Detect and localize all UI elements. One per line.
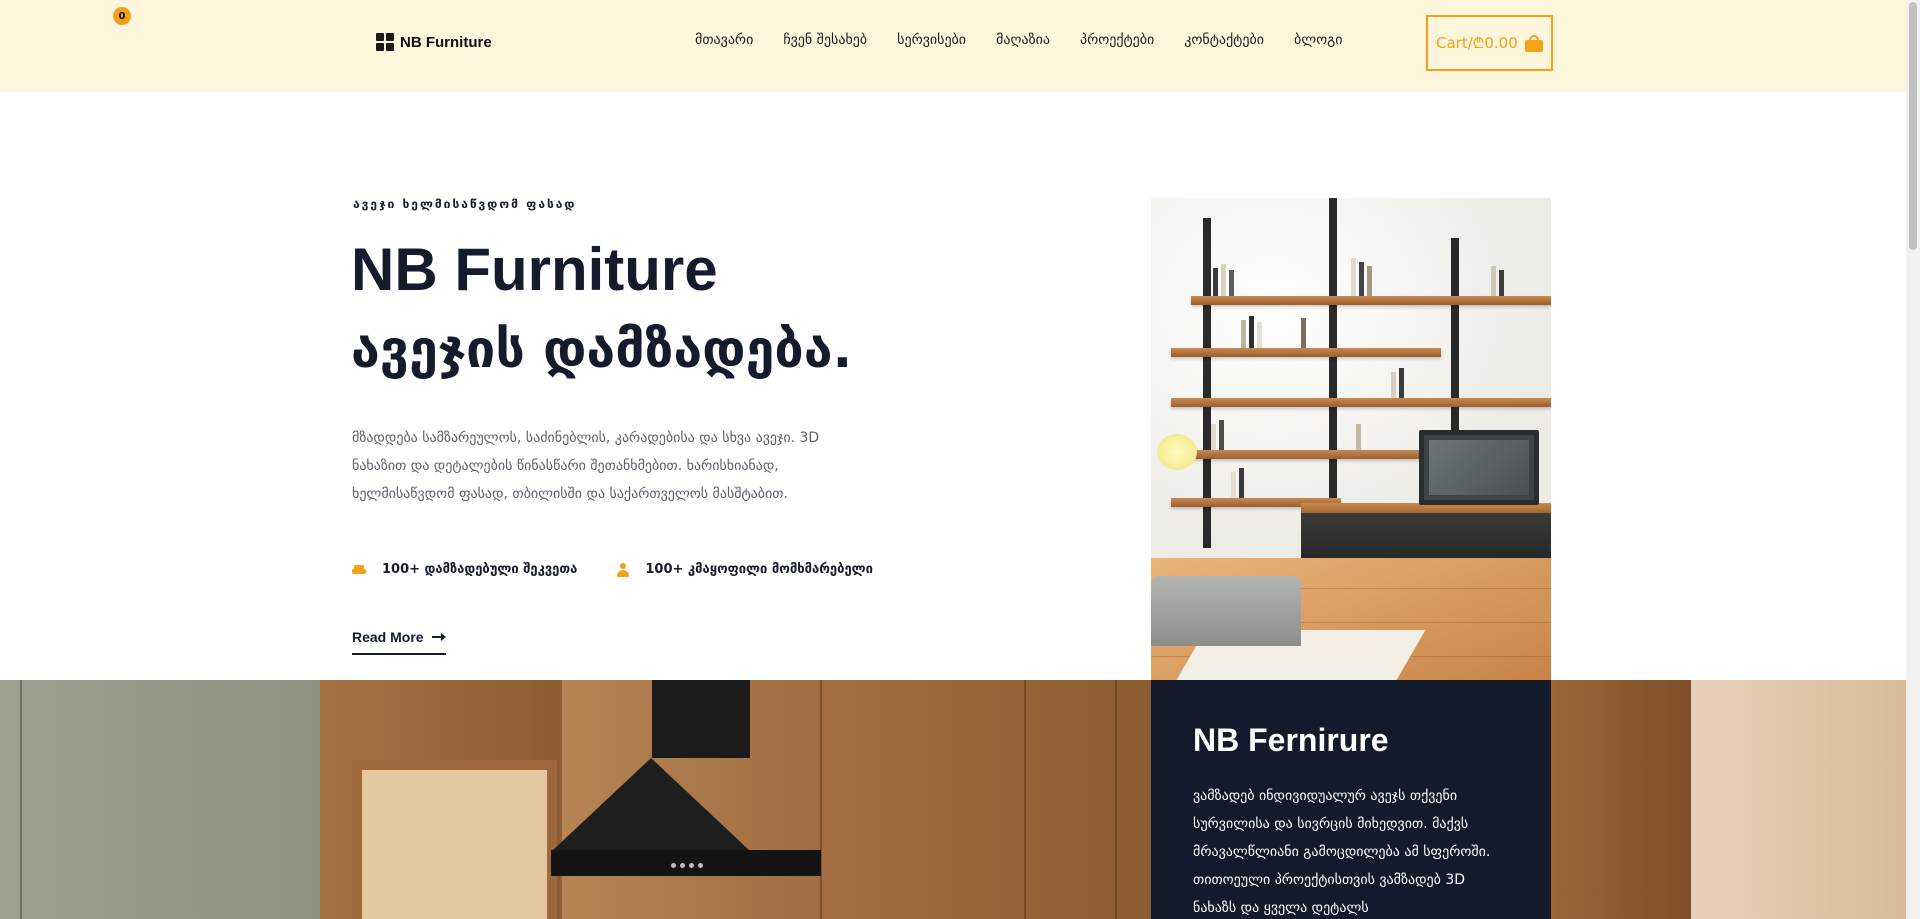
hero-stats: 100+ დამზადებული შეკვეთა 100+ კმაყოფილი … [352,562,873,577]
stat-customers-label: 100+ კმაყოფილი მომხმარებელი [645,562,873,577]
shopping-bag-icon [1524,35,1544,52]
scrollbar-thumb[interactable] [1909,2,1917,250]
user-icon [617,562,630,577]
nav-item-about[interactable]: ჩვენ შესახებ [783,32,867,48]
about-card-text: ვამზადებ ინდივიდუალურ ავეჯს თქვენი სურვი… [1193,788,1491,916]
read-more-link[interactable]: Read More [352,629,446,655]
brand-name: NB Furniture [400,33,492,51]
arrow-right-icon [431,633,446,641]
stat-orders-label: 100+ დამზადებული შეკვეთა [382,562,578,577]
brand-logo[interactable]: NB Furniture [376,33,492,51]
nav-item-shop[interactable]: მაღაზია [996,32,1050,48]
nav-item-services[interactable]: სერვისები [897,32,966,48]
cart-button[interactable]: Cart/₾0.00 [1426,15,1553,71]
site-header: NB Furniture მთავარი ჩვენ შესახებ სერვის… [0,0,1906,92]
stat-customers: 100+ კმაყოფილი მომხმარებელი [617,562,873,577]
logo-icon [376,33,394,51]
hero-title-line2: ავეჯის დამზადება. [351,320,853,380]
nav-item-home[interactable]: მთავარი [695,32,753,48]
page-scrollbar[interactable] [1906,0,1920,919]
nav-item-projects[interactable]: პროექტები [1080,32,1154,48]
sofa-icon [352,564,366,575]
stat-orders: 100+ დამზადებული შეკვეთა [352,562,577,577]
hero-description: მზადდება სამზარეულოს, საძინებლის, კარადე… [352,430,820,502]
read-more-label: Read More [352,629,424,645]
about-card: NB Fernirure ვამზადებ ინდივიდუალურ ავეჯს… [1151,680,1551,919]
living-room-shelf-image [1151,198,1551,680]
nav-item-contacts[interactable]: კონტაქტები [1184,32,1264,48]
hero-title: NB Furniture ავეჯის დამზადება. [351,230,991,390]
about-card-title: NB Fernirure [1193,722,1389,758]
nav-item-blog[interactable]: ბლოგი [1294,32,1343,48]
hero-title-line1: NB Furniture [351,236,718,303]
hero-eyebrow: ავეჯი ხელმისაწვდომ ფასად [353,197,577,211]
cart-count-badge: 0 [113,7,131,25]
cart-total: Cart/₾0.00 [1436,34,1518,52]
main-nav: მთავარი ჩვენ შესახებ სერვისები მაღაზია პ… [695,32,1373,48]
kitchen-image [0,680,1906,919]
